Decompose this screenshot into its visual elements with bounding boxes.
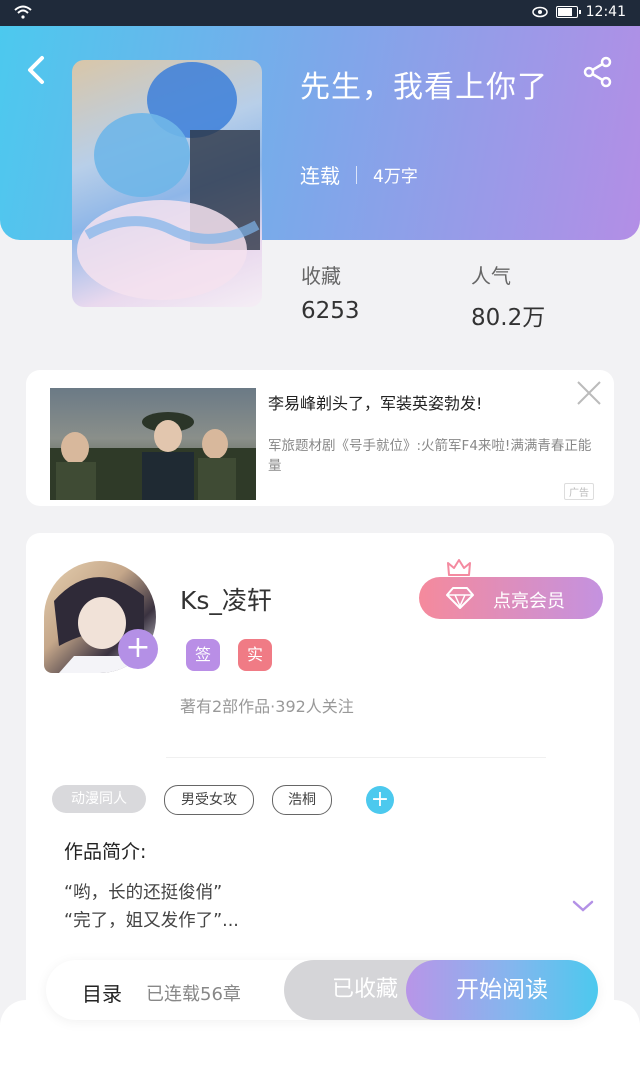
close-icon[interactable] <box>576 380 602 406</box>
book-cover[interactable] <box>72 60 262 307</box>
intro-line: “完了，姐又发作了”... <box>64 911 239 931</box>
add-tag-icon[interactable]: + <box>366 786 394 814</box>
tag-item[interactable]: 浩桐 <box>272 785 332 815</box>
stat-label-popularity: 人气 <box>471 264 511 288</box>
author-name: Ks_凌轩 <box>180 586 272 615</box>
follow-plus-icon[interactable]: + <box>118 629 158 669</box>
chevron-down-icon[interactable] <box>572 899 594 913</box>
status-time: 12:41 <box>585 4 626 20</box>
ad-title: 李易峰剃头了，军装英姿勃发! <box>268 394 483 413</box>
status-bar: 12:41 <box>0 0 640 26</box>
wifi-icon <box>14 5 32 19</box>
bottom-action-bar: 目录 已连载56章 已收藏 开始阅读 <box>46 960 598 1020</box>
meta-divider <box>356 165 357 184</box>
author-info: 著有2部作品·392人关注 <box>180 697 354 716</box>
back-icon[interactable] <box>22 52 50 88</box>
crown-icon <box>447 559 471 576</box>
book-word-count: 4万字 <box>373 167 418 187</box>
ad-banner[interactable]: 李易峰剃头了，军装英姿勃发! 军旅题材剧《号手就位》:火箭军F4来啦!满满青春正… <box>26 370 614 506</box>
battery-icon <box>555 6 581 18</box>
book-meta: 连载 4万字 <box>300 160 418 189</box>
intro-line: “哟，长的还挺俊俏” <box>64 883 223 903</box>
vip-label: 点亮会员 <box>493 591 565 612</box>
tag-item[interactable]: 男受女攻 <box>164 785 254 815</box>
chapter-count: 已连载56章 <box>146 984 241 1005</box>
toc-button[interactable]: 目录 <box>82 978 122 1007</box>
share-icon[interactable] <box>582 56 614 88</box>
book-status: 连载 <box>300 164 340 188</box>
badge-verified: 实 <box>238 639 272 671</box>
vip-button[interactable]: 点亮会员 <box>419 577 603 619</box>
ad-description: 军旅题材剧《号手就位》:火箭军F4来啦!满满青春正能量 <box>268 438 592 474</box>
tag-item[interactable]: 动漫同人 <box>52 785 146 813</box>
badge-signed: 签 <box>186 639 220 671</box>
eye-icon <box>531 6 548 18</box>
stat-label-favorites: 收藏 <box>301 264 341 288</box>
ad-image <box>50 388 256 500</box>
diamond-icon <box>446 587 474 609</box>
start-reading-button[interactable]: 开始阅读 <box>406 960 598 1020</box>
stat-value-favorites: 6253 <box>301 298 360 324</box>
stat-value-popularity: 80.2万 <box>471 305 546 331</box>
book-title: 先生，我看上你了 <box>300 70 548 105</box>
cover-illustration <box>77 62 260 300</box>
divider <box>166 757 546 758</box>
intro-label: 作品简介: <box>64 841 147 863</box>
ad-tag: 广告 <box>564 483 594 500</box>
